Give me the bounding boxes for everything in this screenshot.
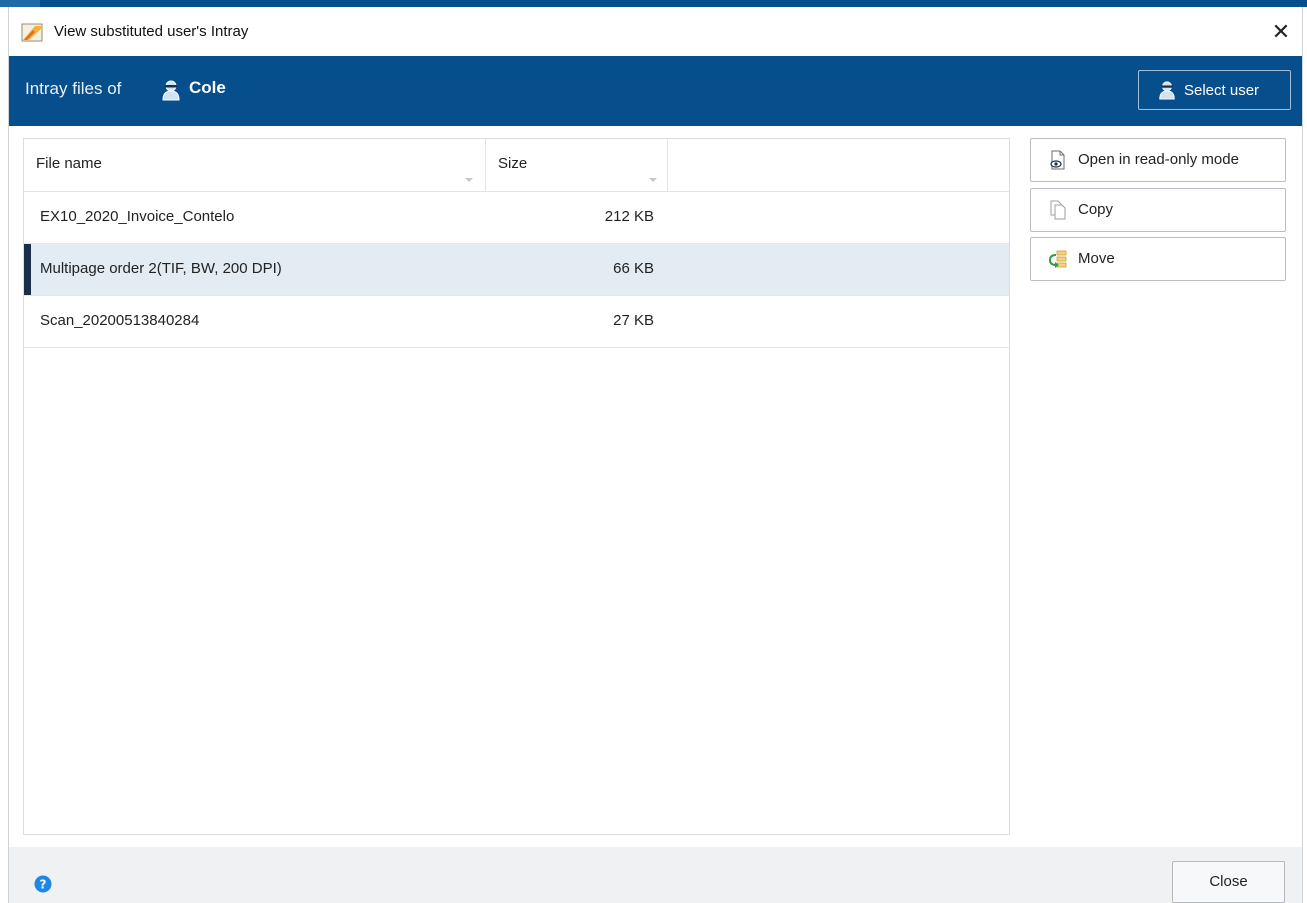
user-icon <box>162 80 180 101</box>
background-window-corner <box>0 0 40 7</box>
background-window-strip <box>0 0 1307 7</box>
file-name-cell: EX10_2020_Invoice_Contelo <box>40 208 235 225</box>
file-table: File name Size EX10_2020_Invoice_Contelo… <box>23 138 1010 835</box>
column-label: Size <box>498 155 528 172</box>
file-size-cell: 27 KB <box>613 312 654 329</box>
open-readonly-button[interactable]: Open in read-only mode <box>1030 138 1286 182</box>
column-header-file-name[interactable]: File name <box>24 139 486 191</box>
selection-indicator <box>24 244 31 295</box>
file-size-cell: 212 KB <box>604 208 654 225</box>
intray-owner-name: Cole <box>189 78 226 97</box>
dialog-window: View substituted user's Intray ✕ Intray … <box>8 7 1303 903</box>
close-icon[interactable]: ✕ <box>1266 17 1296 47</box>
header-bar: Intray files of Cole Select user <box>9 56 1302 126</box>
user-icon <box>1159 81 1175 100</box>
copy-label: Copy <box>1078 201 1114 218</box>
intray-owner-label: Intray files of <box>25 79 122 98</box>
column-label: File name <box>36 155 102 172</box>
file-size-cell: 66 KB <box>613 260 654 277</box>
sort-dropdown-icon[interactable] <box>648 177 658 183</box>
move-label: Move <box>1078 250 1115 267</box>
document-view-icon <box>1050 150 1065 170</box>
sort-dropdown-icon[interactable] <box>464 177 474 183</box>
table-header: File name Size <box>24 139 1009 192</box>
table-row[interactable]: Multipage order 2(TIF, BW, 200 DPI) 66 K… <box>24 244 1009 296</box>
move-button[interactable]: Move <box>1030 237 1286 281</box>
table-row[interactable]: EX10_2020_Invoice_Contelo 212 KB <box>24 192 1009 244</box>
help-icon[interactable]: ? <box>34 875 52 893</box>
move-icon <box>1048 250 1067 268</box>
title-bar: View substituted user's Intray ✕ <box>9 7 1302 56</box>
footer-bar: ? Close <box>9 847 1302 903</box>
file-name-cell: Multipage order 2(TIF, BW, 200 DPI) <box>40 260 282 277</box>
app-icon <box>21 23 43 42</box>
window-title: View substituted user's Intray <box>54 23 249 40</box>
close-button[interactable]: Close <box>1172 861 1285 903</box>
svg-text:?: ? <box>40 878 47 892</box>
table-row[interactable]: Scan_20200513840284 27 KB <box>24 296 1009 348</box>
select-user-label: Select user <box>1184 82 1260 99</box>
select-user-button[interactable]: Select user <box>1138 70 1291 110</box>
file-name-cell: Scan_20200513840284 <box>40 312 200 329</box>
open-readonly-label: Open in read-only mode <box>1078 151 1239 168</box>
copy-icon <box>1050 200 1066 220</box>
copy-button[interactable]: Copy <box>1030 188 1286 232</box>
column-header-size[interactable]: Size <box>486 139 668 191</box>
